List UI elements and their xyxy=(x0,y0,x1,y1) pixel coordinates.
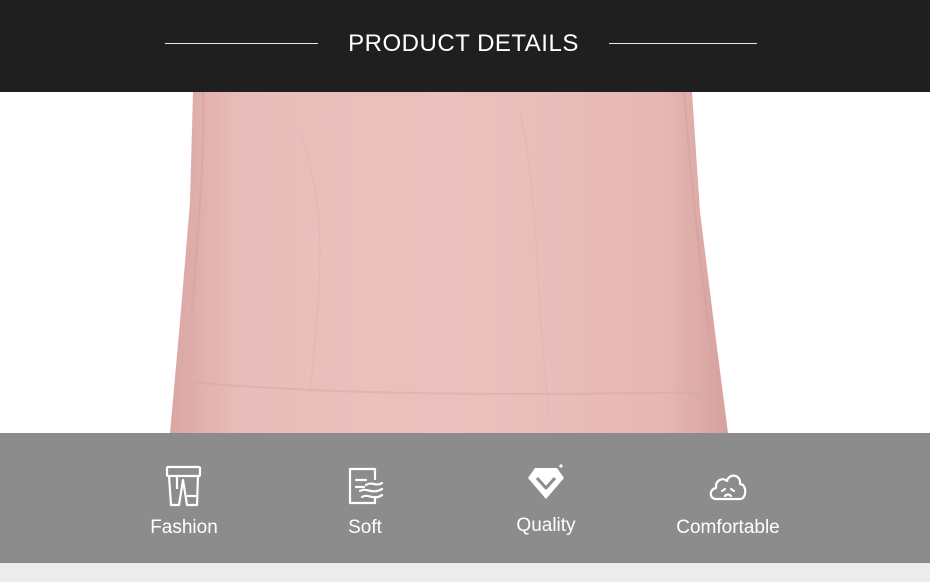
pink-garment-photo xyxy=(170,92,728,433)
feature-label: Fashion xyxy=(150,517,218,538)
diamond-icon xyxy=(528,464,564,499)
product-photo xyxy=(0,92,930,433)
soft-fabric-icon xyxy=(348,467,384,505)
page-title: PRODUCT DETAILS xyxy=(348,30,579,57)
trousers-icon xyxy=(165,465,202,507)
header-banner: PRODUCT DETAILS xyxy=(0,0,930,92)
header-divider-left xyxy=(165,43,318,44)
header-divider-right xyxy=(609,43,757,44)
cloud-face-icon xyxy=(709,474,747,501)
feature-label: Quality xyxy=(516,515,576,536)
bottom-strip xyxy=(0,563,930,582)
feature-quality: Quality xyxy=(456,433,636,563)
feature-soft: Soft xyxy=(275,433,455,563)
feature-label: Soft xyxy=(348,517,382,538)
feature-fashion: Fashion xyxy=(94,433,274,563)
feature-label: Comfortable xyxy=(676,517,780,538)
feature-bar: Fashion Soft Quality Comfortable xyxy=(0,433,930,563)
feature-comfortable: Comfortable xyxy=(638,433,818,563)
